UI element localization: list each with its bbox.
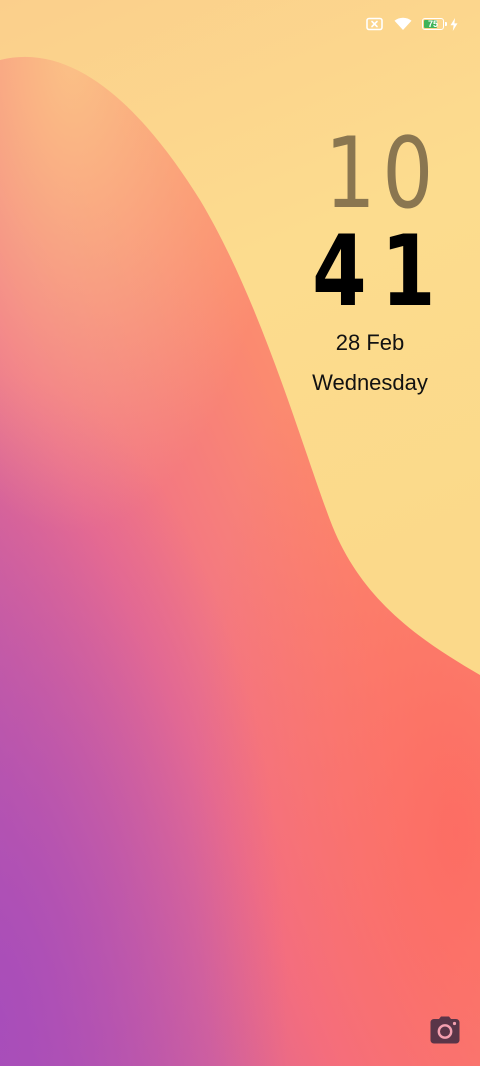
lockscreen-weekday: Wednesday: [312, 370, 428, 395]
lockscreen-date: 28 Feb: [335, 330, 405, 355]
lockscreen-clock: 10 41: [272, 124, 436, 322]
camera-icon: [430, 1016, 460, 1044]
lock-screen[interactable]: 75 10 41 28 Feb Wednesday: [0, 0, 480, 1066]
wifi-icon: [394, 17, 412, 31]
battery-percent-label: 75: [427, 18, 438, 29]
no-sim-icon: [366, 17, 384, 31]
status-bar: 75: [366, 14, 458, 34]
battery-icon: 75: [422, 18, 447, 30]
battery-indicator: 75: [422, 18, 447, 30]
clock-hour: 10: [324, 117, 440, 231]
clock-minute: 41: [312, 215, 450, 329]
charging-bolt-icon: [450, 17, 458, 31]
camera-shortcut-button[interactable]: [430, 1016, 460, 1044]
